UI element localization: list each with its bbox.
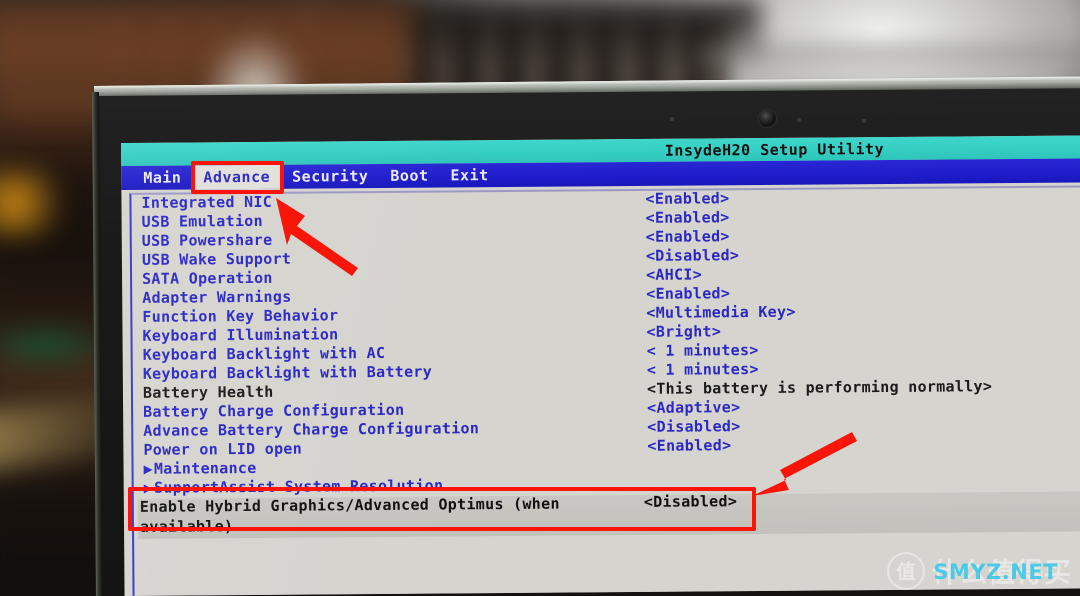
setting-value[interactable]: <Multimedia Key>	[646, 303, 795, 322]
annotation-box-hybrid-graphics-row	[128, 487, 756, 531]
setting-label: ▶Maintenance	[143, 459, 256, 478]
setting-value[interactable]: <Disabled>	[646, 246, 739, 265]
watermark-domain: SMYZ.NET	[933, 560, 1058, 584]
setting-value[interactable]: < 1 minutes>	[647, 360, 759, 379]
setting-label: Adapter Warnings	[142, 287, 292, 307]
setting-label: Power on LID open	[143, 439, 303, 459]
bios-settings-panel: Integrated NIC <Enabled> USB Emulation <Ena…	[129, 185, 1080, 596]
setting-value[interactable]: <Enabled>	[646, 227, 730, 246]
setting-label-text: Maintenance	[153, 458, 257, 478]
setting-value[interactable]: <Bright>	[646, 322, 721, 341]
setting-label: SATA Operation	[141, 268, 273, 288]
setting-label: Keyboard Backlight with AC	[142, 343, 386, 364]
bezel-sensor-dot	[797, 118, 801, 122]
submenu-caret-icon: ▶	[143, 459, 153, 478]
menu-tab-boot[interactable]: Boot	[379, 164, 439, 188]
bezel-sensor-dot	[670, 117, 674, 121]
menu-tab-exit[interactable]: Exit	[439, 163, 499, 187]
screenshot-stage: InsydeH20 Setup Utility Main Advance Secur…	[0, 0, 1080, 596]
menu-tab-main[interactable]: Main	[132, 165, 192, 189]
setting-value[interactable]: < 1 minutes>	[647, 341, 759, 360]
background-amber-light	[0, 168, 80, 238]
webcam-icon	[758, 109, 777, 128]
setting-value[interactable]: <Enabled>	[646, 284, 730, 303]
setting-value[interactable]: <Disabled>	[647, 417, 740, 436]
bios-menu-tabs: Main Advance Security Boot Exit	[132, 163, 500, 190]
setting-label: Function Key Behavior	[142, 306, 339, 326]
setting-label: USB Wake Support	[141, 249, 292, 269]
setting-value[interactable]: <AHCI>	[646, 265, 702, 283]
background-right-shelf	[700, 46, 1080, 68]
setting-value[interactable]: <Enabled>	[647, 436, 731, 455]
bezel-sensor-dot	[862, 119, 866, 123]
setting-value[interactable]: <This battery is performing normally>	[647, 377, 992, 398]
setting-label: USB Powershare	[141, 230, 273, 250]
watermark-logo-icon: 值	[887, 551, 925, 590]
setting-label: Battery Charge Configuration	[143, 400, 405, 421]
setting-value[interactable]: <Enabled>	[645, 189, 729, 208]
menu-tab-security[interactable]: Security	[281, 164, 379, 189]
setting-label: Keyboard Illumination	[142, 325, 339, 345]
setting-label: Keyboard Backlight with Battery	[142, 362, 433, 383]
annotation-box-advance-tab	[191, 161, 284, 194]
setting-label: Battery Health	[142, 382, 274, 402]
setting-label: Integrated NIC	[141, 192, 273, 212]
setting-value[interactable]: <Enabled>	[646, 208, 730, 227]
setting-value[interactable]: <Adaptive>	[647, 398, 740, 417]
setting-label: Advance Battery Charge Configuration	[143, 419, 480, 440]
page-title: InsydeH20 Setup Utility	[664, 140, 885, 160]
setting-label: USB Emulation	[141, 211, 263, 231]
